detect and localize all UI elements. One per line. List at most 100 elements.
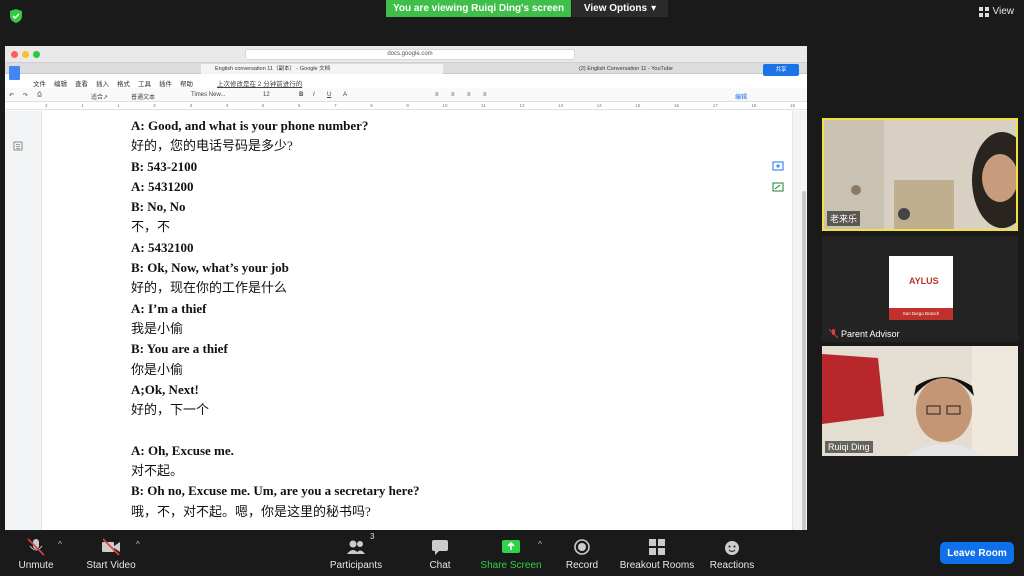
share-button[interactable]: 共享	[763, 64, 799, 76]
aylus-logo-text: AYLUS	[909, 276, 939, 286]
document-line[interactable]: B: Ok, Now, what’s your job	[131, 258, 419, 278]
document-line[interactable]: 你是小偷	[131, 360, 419, 380]
ruler-mark: 14	[596, 103, 602, 108]
document-line[interactable]: A: 5431200	[131, 177, 419, 197]
participant-name: Ruiqi Ding	[825, 441, 873, 453]
reactions-icon	[725, 541, 739, 555]
document-line[interactable]: A: I’m a thief	[131, 299, 419, 319]
document-line[interactable]: 我是小偷	[131, 319, 419, 339]
document-line[interactable]: A;Ok, Next!	[131, 380, 419, 400]
docs-logo-icon[interactable]	[9, 66, 20, 80]
tab-google-doc[interactable]: English conversation 11（副本） - Google 文档	[201, 64, 443, 74]
zoom-select[interactable]: 适合↗	[91, 92, 108, 101]
security-shield-icon[interactable]	[9, 8, 23, 24]
document-line[interactable]: A: Good, and what is your phone number?	[131, 116, 419, 136]
zoom-dot[interactable]	[33, 51, 40, 58]
undo-icon[interactable]: ↶	[9, 92, 14, 99]
document-line[interactable]: A: Oh, Excuse me.	[131, 441, 419, 461]
reactions-label: Reactions	[709, 560, 755, 571]
muted-mic-icon	[27, 538, 45, 556]
view-options-button[interactable]: View Options ▾	[572, 0, 668, 17]
menu-item[interactable]: 工具	[138, 78, 151, 88]
underline-icon[interactable]: U	[327, 92, 331, 98]
audio-options-caret[interactable]: ^	[58, 540, 62, 549]
document-line[interactable]: B: No, No	[131, 197, 419, 217]
chat-button[interactable]: Chat	[400, 538, 480, 571]
bold-icon[interactable]: B	[299, 92, 303, 98]
menu-item[interactable]: 查看	[75, 78, 88, 88]
close-dot[interactable]	[11, 51, 18, 58]
ruler-mark: 10	[442, 103, 448, 108]
document-line[interactable]: 好的，您的电话号码是多少?	[131, 136, 419, 156]
aylus-logo: AYLUS San Diego Branch	[889, 256, 953, 320]
add-comment-icon[interactable]	[772, 161, 784, 173]
reactions-button[interactable]: Reactions	[692, 538, 772, 571]
document-line[interactable]: 哦，不，对不起。嗯，你是这里的秘书吗?	[131, 502, 419, 522]
chevron-down-icon: ▾	[651, 3, 657, 14]
video-tile-ruiqi-ding[interactable]: Ruiqi Ding	[822, 346, 1018, 456]
video-tile-parent-advisor[interactable]: AYLUS San Diego Branch Parent Advisor	[822, 236, 1018, 342]
aylus-branch: San Diego Branch	[889, 308, 953, 320]
font-size-input[interactable]: 12	[263, 92, 270, 98]
ruler-mark: 11	[481, 103, 486, 108]
side-actions	[772, 161, 784, 194]
document-line[interactable]: 对不起。	[131, 461, 419, 481]
style-select[interactable]: 普通文本	[131, 92, 155, 101]
redo-icon[interactable]: ↷	[23, 92, 28, 99]
document-line[interactable]: B: You are a thief	[131, 339, 419, 359]
ruler-mark: 8	[370, 103, 373, 108]
start-video-label: Start Video	[86, 560, 136, 571]
ruler-mark: 5	[261, 103, 265, 108]
participants-button[interactable]: Participants	[316, 538, 396, 571]
record-label: Record	[565, 560, 599, 571]
scrollbar[interactable]	[801, 111, 807, 530]
print-icon[interactable]: ⎙	[37, 92, 42, 99]
document-page[interactable]: A: Good, and what is your phone number? 好…	[41, 111, 793, 530]
align-center-icon[interactable]: ≡	[451, 92, 455, 98]
leave-room-button[interactable]: Leave Room	[940, 542, 1014, 564]
document-line[interactable]: A: 5432100	[131, 238, 419, 258]
last-edit-link[interactable]: 上次修改是在 2 分钟前进行的	[217, 78, 302, 88]
ruler-mark: 13	[558, 103, 564, 108]
unmute-button[interactable]: Unmute	[0, 538, 76, 571]
breakout-rooms-button[interactable]: Breakout Rooms	[617, 538, 697, 571]
scrollbar-thumb[interactable]	[802, 191, 806, 530]
participant-count: 3	[370, 532, 375, 541]
grid-icon	[978, 6, 989, 17]
suggest-edit-icon[interactable]	[772, 182, 784, 194]
video-options-caret[interactable]: ^	[136, 540, 140, 549]
menu-item[interactable]: 文件	[33, 78, 46, 88]
minimize-dot[interactable]	[22, 51, 29, 58]
address-bar[interactable]: docs.google.com	[245, 49, 575, 60]
menu-item[interactable]: 插入	[96, 78, 109, 88]
document-outline-icon[interactable]	[13, 141, 23, 151]
document-line[interactable]: B: 543-2100	[131, 157, 419, 177]
participant-name: Parent Advisor	[841, 329, 900, 339]
menu-item[interactable]: 插件	[159, 78, 172, 88]
view-button[interactable]: View	[978, 6, 1014, 17]
video-tile-laolaile[interactable]: 老来乐	[822, 118, 1018, 231]
document-line[interactable]: 不，不	[131, 217, 419, 237]
tab-youtube[interactable]: (2) English Conversation 11 - YouTube	[565, 64, 765, 74]
font-select[interactable]: Times New...	[191, 92, 225, 98]
browser-tabbar: English conversation 11（副本） - Google 文档 …	[5, 63, 807, 74]
italic-icon[interactable]: I	[313, 92, 315, 98]
document-line[interactable]: 好的，现在你的工作是什么	[131, 278, 419, 298]
document-line[interactable]	[131, 420, 419, 440]
ruler-mark: 2	[153, 103, 156, 108]
record-button[interactable]: Record	[542, 538, 622, 571]
ruler-mark: 1	[117, 103, 120, 108]
document-line[interactable]: 好的，下一个	[131, 400, 419, 420]
editing-mode-select[interactable]: 编辑	[735, 92, 747, 101]
align-right-icon[interactable]: ≡	[467, 92, 471, 98]
ruler-mark: 7	[334, 103, 337, 108]
menu-item[interactable]: 帮助	[180, 78, 193, 88]
justify-icon[interactable]: ≡	[483, 92, 487, 98]
meeting-toolbar: Unmute ^ Start Video ^ Participants 3 Ch…	[0, 532, 1024, 576]
text-color-icon[interactable]: A	[343, 92, 347, 98]
menu-item[interactable]: 格式	[117, 78, 130, 88]
document-line[interactable]: B: Oh no, Excuse me. Um, are you a secre…	[131, 481, 419, 501]
menu-item[interactable]: 编辑	[54, 78, 67, 88]
document-text[interactable]: A: Good, and what is your phone number? 好…	[131, 116, 419, 522]
align-left-icon[interactable]: ≡	[435, 92, 439, 98]
